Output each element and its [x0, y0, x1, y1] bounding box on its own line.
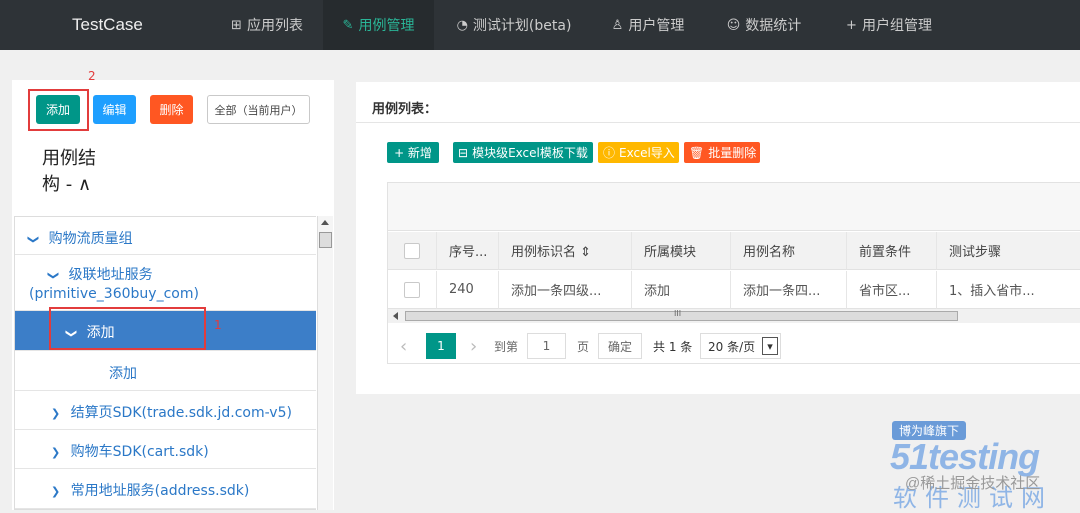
case-list-title: 用例列表： [372, 102, 438, 117]
column-header-module[interactable]: 所属模块 [632, 232, 731, 270]
upload-circle-icon: ⓘ [603, 146, 616, 160]
nav-statistics[interactable]: ☺ 数据统计 [716, 0, 812, 50]
title-line-2[interactable]: 构 - ∧ [42, 172, 122, 198]
chevron-right-icon: ❯ [51, 446, 61, 459]
annotation-box-selected-node [49, 307, 206, 350]
column-header-test-steps[interactable]: 测试步骤 [937, 232, 1080, 270]
page-size-select[interactable]: 20 条/页 ▾ [700, 333, 781, 359]
download-excel-template-button[interactable]: ⊟ 模块级Excel模板下载 [453, 142, 593, 163]
user-icon: ♙ [611, 17, 624, 33]
nav-app-list[interactable]: ⊞ 应用列表 [214, 0, 320, 50]
download-icon: ⊟ [458, 145, 469, 160]
case-structure-title: 用例结 构 - ∧ [42, 146, 122, 198]
confirm-page-button[interactable]: 确定 [598, 333, 642, 359]
scroll-left-arrow-icon[interactable] [393, 312, 398, 320]
tree-node-sublabel: (primitive_360buy_com) [29, 286, 199, 302]
column-header-case-name[interactable]: 用例名称 [731, 232, 847, 270]
table-cell: 1、插入省市... [937, 271, 1080, 309]
chevron-down-icon: ▾ [762, 337, 778, 355]
table-cell: 添加 [632, 271, 731, 309]
column-header-index[interactable]: 序号... [437, 232, 499, 270]
nav-label: 用户组管理 [861, 18, 932, 34]
annotation-number-1: 1 [214, 318, 222, 332]
filter-all-current-user-button[interactable]: 全部（当前用户） [207, 95, 310, 124]
nav-label: 用户管理 [628, 18, 685, 34]
tree-leaf-add[interactable]: 添加 [15, 351, 316, 391]
page-size-value: 20 条/页 [708, 339, 756, 354]
table-cell: 240 [437, 271, 499, 309]
tree-node-address-sdk[interactable]: ❯ 常用地址服务(address.sdk) [15, 469, 316, 509]
table-horizontal-scrollbar[interactable]: III [388, 309, 1080, 323]
tree-scrollbar[interactable] [317, 216, 333, 510]
smiley-icon: ☺ [726, 17, 741, 33]
edit-button[interactable]: 编辑 [93, 95, 136, 124]
plus-icon: + [846, 17, 857, 33]
tree-node-cascade-address-service[interactable]: ❯ 级联地址服务 (primitive_360buy_com) [15, 255, 316, 311]
chevron-right-icon: ❯ [51, 485, 61, 498]
nav-label: 应用列表 [246, 18, 303, 34]
tree-node-label: 添加 [109, 366, 137, 382]
chevron-down-icon: ❯ [47, 270, 61, 281]
trash-icon: 🗑 [689, 145, 705, 160]
button-label: 批量删除 [708, 146, 757, 160]
top-navbar: TestCase ⊞ 应用列表 ✎ 用例管理 ◔ 测试计划(beta) ♙ 用户… [0, 0, 1080, 50]
grid-plus-icon: ⊞ [231, 17, 242, 33]
total-count: 共 1 条 [653, 339, 693, 354]
batch-delete-button[interactable]: 🗑 批量删除 [684, 142, 760, 163]
annotation-number-2: 2 [88, 69, 96, 83]
case-tree: ❯ 购物流质量组 ❯ 级联地址服务 (primitive_360buy_com)… [14, 216, 316, 510]
nav-test-plan[interactable]: ◔ 测试计划(beta) [446, 0, 582, 50]
gauge-icon: ◔ [456, 17, 468, 33]
new-case-button[interactable]: + 新增 [387, 142, 439, 163]
tree-node-label: 购物车SDK(cart.sdk) [70, 444, 209, 460]
tree-node-cart-sdk[interactable]: ❯ 购物车SDK(cart.sdk) [15, 430, 316, 469]
nav-label: 用例管理 [358, 18, 415, 34]
table-toolbar [388, 183, 1080, 231]
divider [356, 122, 1080, 123]
row-checkbox-cell[interactable] [388, 271, 437, 309]
scroll-thumb[interactable] [319, 232, 332, 248]
delete-button[interactable]: 删除 [150, 95, 193, 124]
scroll-thumb[interactable]: III [405, 309, 958, 321]
row-checkbox[interactable] [404, 281, 420, 298]
tree-node-label: 级联地址服务 [68, 267, 153, 283]
next-page-button[interactable]: › [470, 333, 484, 359]
title-line-1: 用例结 [42, 148, 96, 169]
grip-mark: III [674, 309, 682, 318]
button-label: Excel导入 [619, 146, 675, 160]
page-1-button[interactable]: 1 [426, 333, 456, 359]
tree-node-checkout-sdk[interactable]: ❯ 结算页SDK(trade.sdk.jd.com-v5) [15, 391, 316, 430]
tree-node-shopping-quality-group[interactable]: ❯ 购物流质量组 [15, 217, 316, 255]
annotation-box-add [28, 89, 89, 131]
watermark-community: @稀土掘金技术社区 [905, 475, 1041, 492]
excel-import-button[interactable]: ⓘ Excel导入 [598, 142, 679, 163]
scroll-up-arrow-icon[interactable] [321, 220, 329, 225]
column-header-precondition[interactable]: 前置条件 [847, 232, 937, 270]
nav-label: 测试计划(beta) [472, 18, 572, 34]
page-number-input[interactable]: 1 [527, 333, 566, 359]
nav-label: 数据统计 [745, 18, 802, 34]
pencil-icon: ✎ [342, 17, 354, 33]
nav-user-management[interactable]: ♙ 用户管理 [600, 0, 696, 50]
select-all-checkbox[interactable] [404, 242, 420, 259]
nav-user-group-management[interactable]: + 用户组管理 [834, 0, 944, 50]
table-cell: 添加一条四级... [499, 271, 632, 309]
table-cell: 添加一条四... [731, 271, 847, 309]
select-all-checkbox-cell[interactable] [388, 232, 437, 270]
tree-node-label: 购物流质量组 [48, 231, 133, 247]
nav-case-management[interactable]: ✎ 用例管理 [323, 0, 434, 50]
prev-page-button[interactable]: ‹ [400, 333, 416, 359]
table-cell: 省市区... [847, 271, 937, 309]
app-brand[interactable]: TestCase [72, 15, 143, 35]
tree-node-label: 常用地址服务(address.sdk) [70, 483, 250, 499]
button-label: 模块级Excel模板下载 [472, 146, 588, 160]
chevron-right-icon: ❯ [51, 407, 61, 420]
tree-node-label: 结算页SDK(trade.sdk.jd.com-v5) [70, 405, 292, 421]
page-unit-label: 页 [577, 339, 590, 354]
goto-label: 到第 [494, 339, 519, 354]
chevron-down-icon: ❯ [27, 234, 41, 245]
column-header-case-id[interactable]: 用例标识名 ⇕ [499, 232, 632, 270]
